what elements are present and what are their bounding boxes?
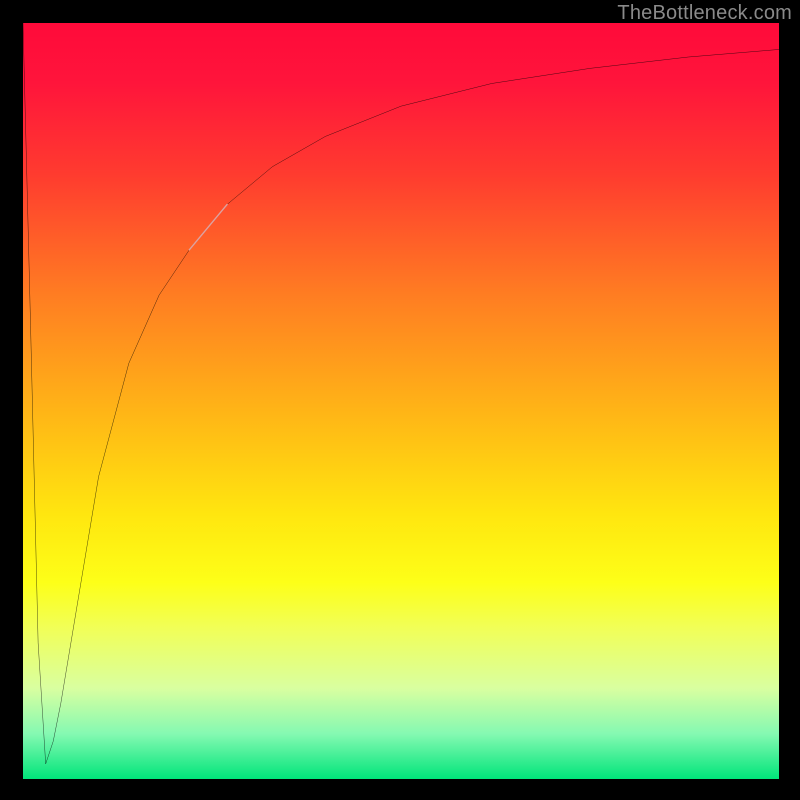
chart-container: TheBottleneck.com — [0, 0, 800, 800]
source-credit: TheBottleneck.com — [617, 2, 792, 25]
curve-path — [23, 23, 779, 764]
highlight-segment — [189, 204, 227, 249]
chart-curve-layer — [23, 23, 779, 779]
